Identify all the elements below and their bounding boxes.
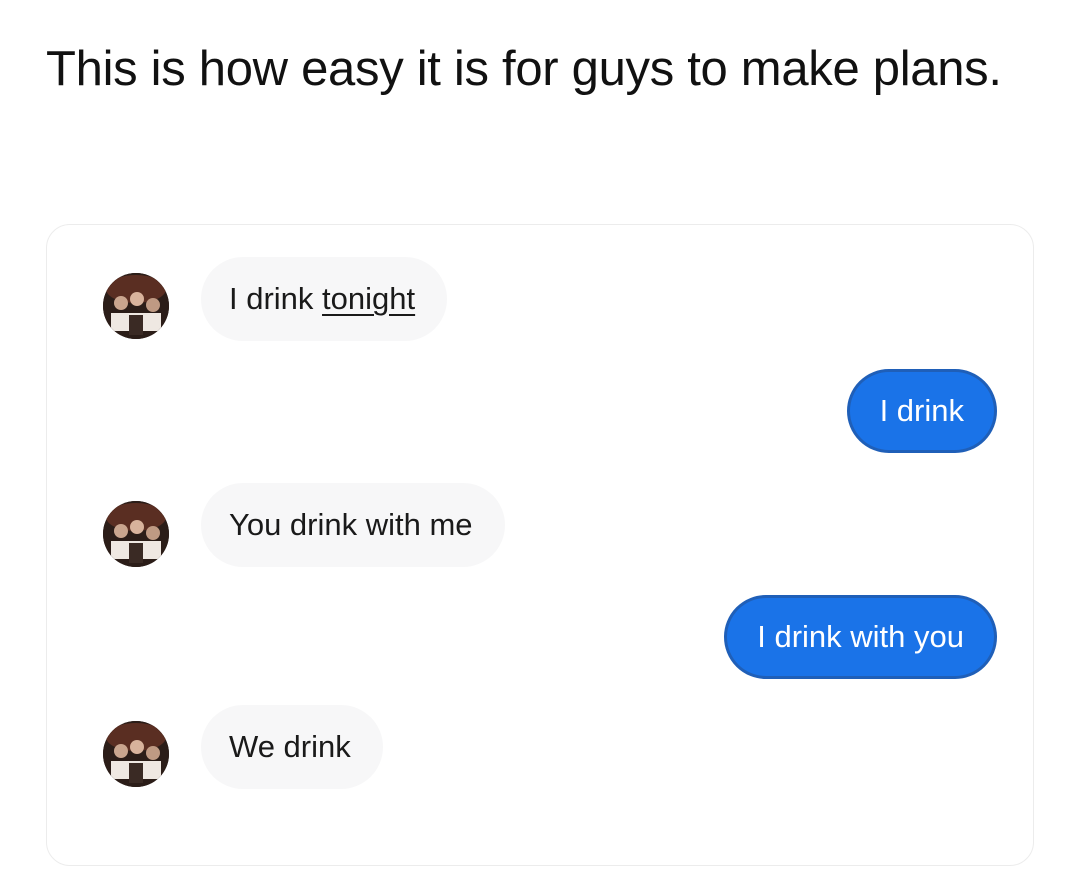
contact-avatar[interactable] [103, 273, 169, 339]
photo-icon [103, 501, 169, 567]
photo-icon [103, 721, 169, 787]
chat-thread: I drink tonight I drink You drink with m… [46, 224, 1034, 866]
incoming-message-bubble[interactable]: You drink with me [201, 483, 505, 567]
message-text: I drink [229, 281, 323, 316]
incoming-message-bubble[interactable]: I drink tonight [201, 257, 448, 341]
contact-avatar[interactable] [103, 721, 169, 787]
message-text: You drink with me [229, 507, 473, 542]
message-text: I drink [879, 393, 964, 428]
outgoing-message-bubble[interactable]: I drink [846, 369, 997, 453]
meme-caption: This is how easy it is for guys to make … [46, 42, 1002, 96]
message-link-text[interactable]: tonight [322, 281, 415, 316]
message-text: We drink [229, 729, 351, 764]
photo-icon [103, 273, 169, 339]
incoming-message-bubble[interactable]: We drink [201, 705, 383, 789]
message-text: I drink with you [757, 619, 964, 654]
contact-avatar[interactable] [103, 501, 169, 567]
outgoing-message-bubble[interactable]: I drink with you [724, 595, 997, 679]
